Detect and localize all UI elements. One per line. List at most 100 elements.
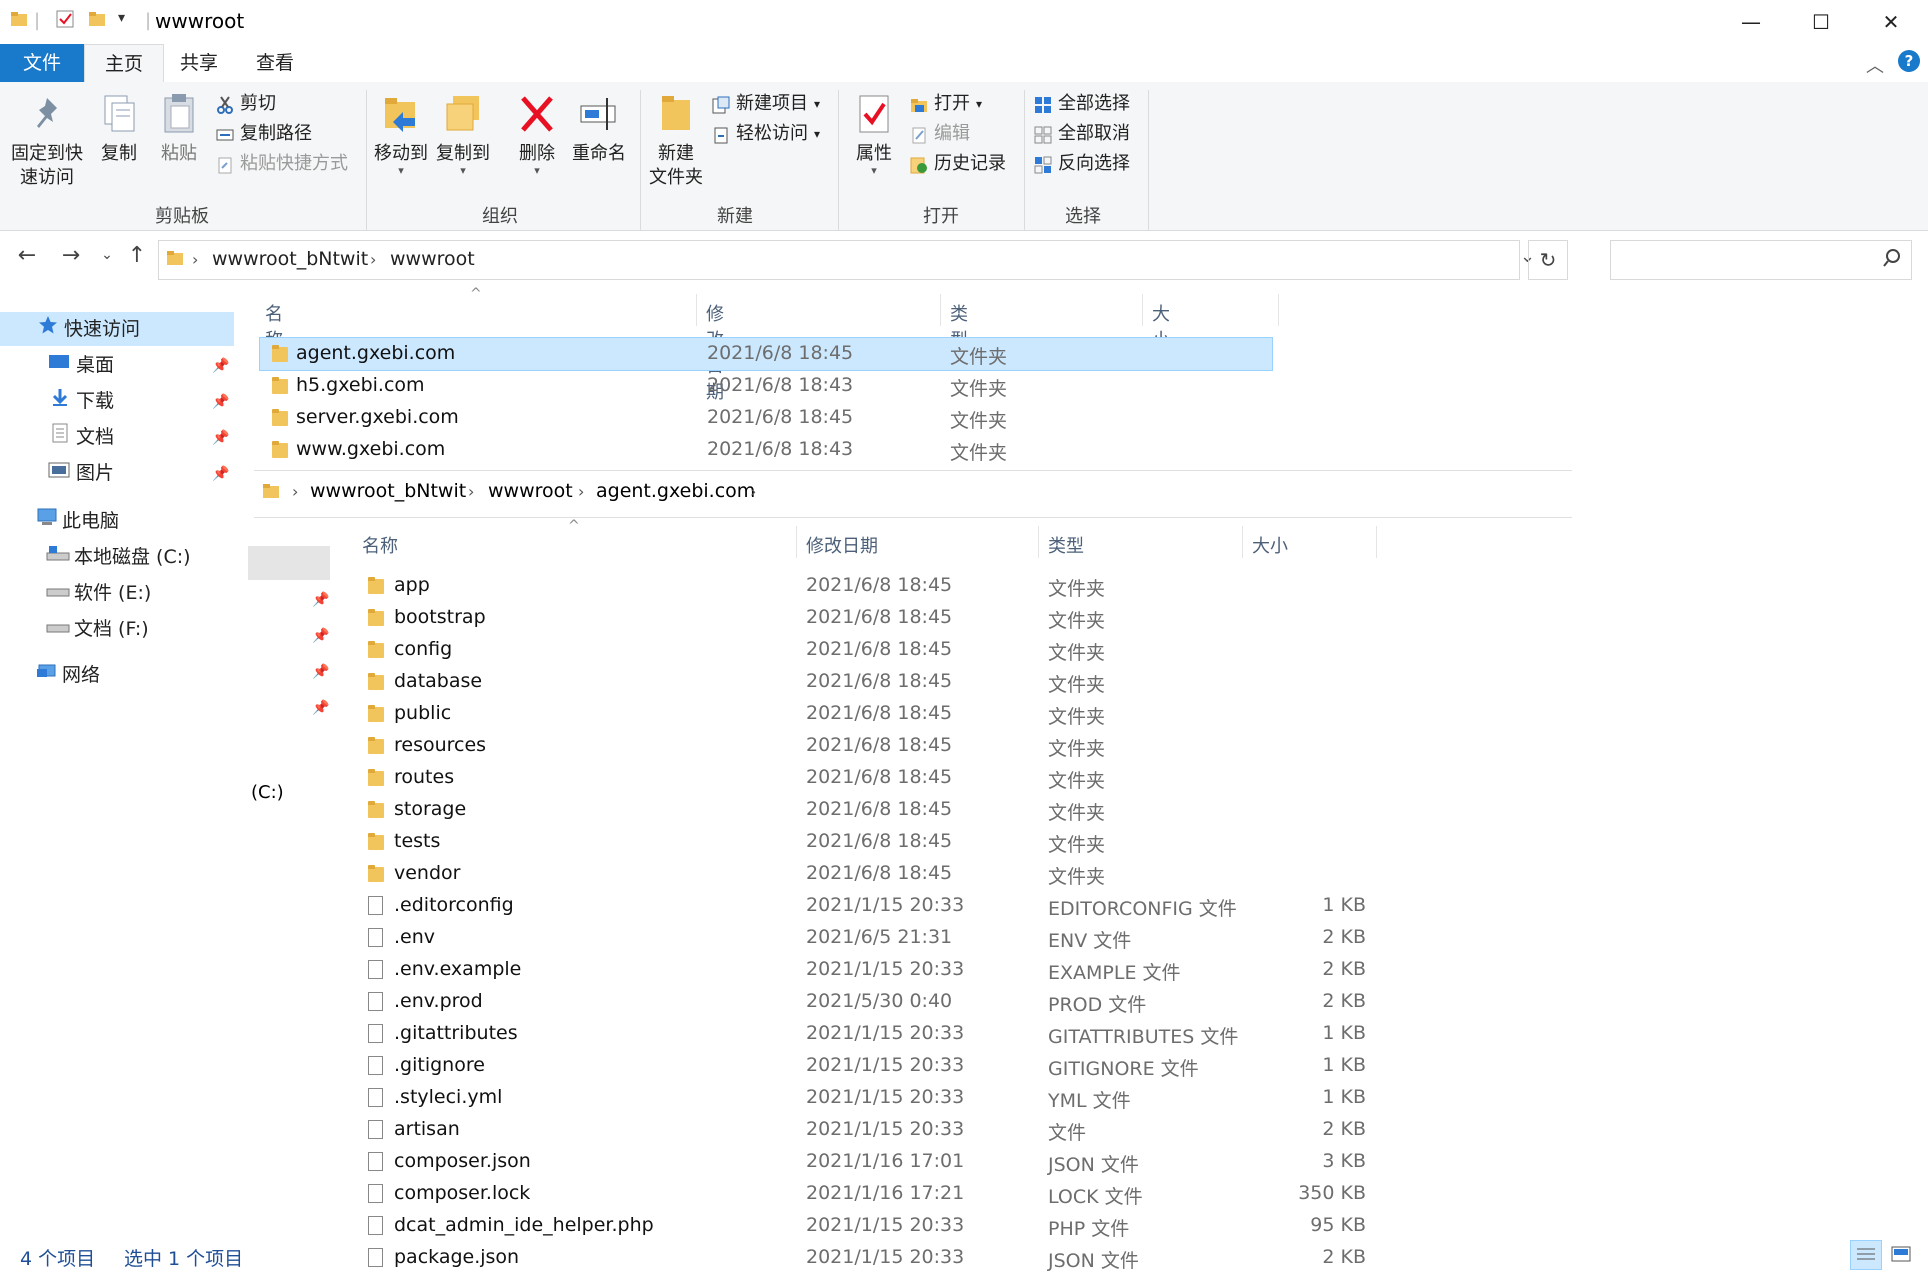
row-name: .env.example xyxy=(394,958,522,980)
pin-icon[interactable]: 📌 xyxy=(312,592,329,608)
title-bar: | ▾ | wwwroot — ☐ ✕ xyxy=(0,0,1928,44)
column-divider[interactable] xyxy=(1242,526,1243,558)
chevron-right-icon[interactable]: › xyxy=(370,250,376,269)
help-icon[interactable]: ? xyxy=(1898,50,1920,72)
nav-item-desktop[interactable]: 桌面 xyxy=(0,348,234,382)
nav-item-downloads[interactable]: 下载 xyxy=(0,384,234,418)
pin-icon[interactable]: 📌 xyxy=(312,628,329,644)
row-type: JSON 文件 xyxy=(1048,1154,1139,1176)
tab-view[interactable]: 查看 xyxy=(236,44,314,82)
column-divider[interactable] xyxy=(696,294,697,326)
qa-dropdown-icon[interactable]: ▾ xyxy=(118,10,125,26)
column-header-type[interactable]: 类型 xyxy=(1048,532,1084,558)
pin-icon[interactable]: 📌 xyxy=(212,358,229,374)
tab-share[interactable]: 共享 xyxy=(160,44,238,82)
select-none-label: 全部取消 xyxy=(1058,123,1130,144)
breadcrumb-item[interactable]: agent.gxebi.com xyxy=(596,480,755,502)
nav-network-label: 网络 xyxy=(62,664,101,686)
column-divider[interactable] xyxy=(1038,526,1039,558)
row-type: LOCK 文件 xyxy=(1048,1186,1143,1208)
column-divider[interactable] xyxy=(796,526,797,558)
column-divider[interactable] xyxy=(940,294,941,326)
row-size: 2 KB xyxy=(1322,990,1366,1012)
copy-to-button[interactable]: 复制到 ▾ xyxy=(434,92,492,176)
column-divider[interactable] xyxy=(1278,294,1279,326)
group-label-clipboard: 剪贴板 xyxy=(155,206,209,227)
delete-button[interactable]: 删除 ▾ xyxy=(512,92,562,176)
rename-button[interactable]: 重命名 xyxy=(568,92,630,166)
copy-icon xyxy=(99,92,139,136)
chevron-right-icon[interactable]: › xyxy=(292,482,298,501)
chevron-right-icon[interactable]: › xyxy=(578,482,584,501)
column-header-name[interactable]: 名称 xyxy=(362,532,398,558)
close-button[interactable]: ✕ xyxy=(1856,0,1926,44)
new-folder-button[interactable]: 新建 文件夹 xyxy=(646,92,706,190)
select-none-button[interactable]: 全部取消 xyxy=(1034,120,1130,148)
invert-selection-button[interactable]: 反向选择 xyxy=(1034,150,1130,178)
overlay-nav-selected[interactable] xyxy=(248,546,330,580)
nav-item-pictures[interactable]: 图片 xyxy=(0,456,234,490)
copy-path-button[interactable]: 复制路径 xyxy=(216,120,312,148)
tab-file[interactable]: 文件 xyxy=(0,44,84,82)
large-icons-view-button[interactable] xyxy=(1886,1240,1916,1268)
maximize-button[interactable]: ☐ xyxy=(1786,0,1856,44)
nav-this-pc[interactable]: 此电脑 xyxy=(0,504,234,538)
chevron-right-icon[interactable]: › xyxy=(750,482,756,501)
breadcrumb-item[interactable]: wwwroot_bNtwit xyxy=(212,248,368,270)
edit-button[interactable]: 编辑 xyxy=(910,120,970,148)
search-input[interactable] xyxy=(1610,240,1912,280)
paste-shortcut-label: 粘贴快捷方式 xyxy=(240,153,348,174)
row-date: 2021/6/8 18:45 xyxy=(806,862,953,884)
file-icon xyxy=(368,1216,383,1235)
paste-shortcut-button[interactable]: 粘贴快捷方式 xyxy=(216,150,348,178)
pin-icon[interactable]: 📌 xyxy=(212,394,229,410)
chevron-right-icon[interactable]: › xyxy=(468,482,474,501)
back-arrow-icon[interactable]: ← xyxy=(12,243,42,268)
column-divider[interactable] xyxy=(1376,526,1377,558)
new-folder-qa-icon[interactable] xyxy=(88,10,106,33)
paste-button[interactable]: 粘贴 xyxy=(154,92,204,166)
details-view-button[interactable] xyxy=(1850,1240,1882,1270)
pin-icon[interactable]: 📌 xyxy=(312,664,329,680)
select-all-button[interactable]: 全部选择 xyxy=(1034,90,1130,118)
nav-drive-f[interactable]: 文档 (F:) xyxy=(0,612,234,646)
nav-drive-e[interactable]: 软件 (E:) xyxy=(0,576,234,610)
nav-quick-access[interactable]: 快速访问 xyxy=(0,312,234,346)
pin-icon[interactable]: 📌 xyxy=(212,430,229,446)
minimize-button[interactable]: — xyxy=(1716,0,1786,44)
history-button[interactable]: 历史记录 xyxy=(910,150,1006,178)
pin-icon[interactable]: 📌 xyxy=(312,700,329,716)
nav-item-documents[interactable]: 文档 xyxy=(0,420,234,454)
delete-icon xyxy=(517,92,557,136)
row-name: .editorconfig xyxy=(394,894,514,916)
column-divider[interactable] xyxy=(1142,294,1143,326)
easy-access-button[interactable]: 轻松访问 ▾ xyxy=(712,120,820,148)
move-to-button[interactable]: 移动到 ▾ xyxy=(372,92,430,176)
up-arrow-icon[interactable]: ↑ xyxy=(122,243,152,268)
column-header-date[interactable]: 修改日期 xyxy=(806,532,878,558)
overlay-drive-label[interactable]: (C:) xyxy=(251,782,284,803)
copy-button[interactable]: 复制 xyxy=(94,92,144,166)
row-size: 95 KB xyxy=(1310,1214,1366,1236)
row-name: public xyxy=(394,702,452,724)
open-button[interactable]: 打开 ▾ xyxy=(910,90,982,118)
chevron-right-icon[interactable]: › xyxy=(192,250,198,269)
pin-quick-access-button[interactable]: 固定到快 速访问 xyxy=(6,92,88,190)
recent-locations-chevron-icon[interactable]: ⌄ xyxy=(92,247,122,263)
breadcrumb-item[interactable]: wwwroot xyxy=(390,248,475,270)
breadcrumb-item[interactable]: wwwroot xyxy=(488,480,573,502)
refresh-button[interactable]: ↻ xyxy=(1528,240,1568,280)
tab-home[interactable]: 主页 xyxy=(84,44,165,83)
new-item-button[interactable]: 新建项目 ▾ xyxy=(712,90,820,118)
properties-button[interactable]: 属性 ▾ xyxy=(846,92,902,176)
collapse-ribbon-icon[interactable]: ︿ xyxy=(1866,52,1884,78)
nav-drive-c[interactable]: 本地磁盘 (C:) xyxy=(0,540,234,574)
breadcrumb-item[interactable]: wwwroot_bNtwit xyxy=(310,480,466,502)
forward-arrow-icon[interactable]: → xyxy=(56,243,86,268)
column-header-size[interactable]: 大小 xyxy=(1252,532,1288,558)
cut-button[interactable]: 剪切 xyxy=(216,90,276,118)
properties-qa-icon[interactable] xyxy=(56,10,74,33)
pin-icon[interactable]: 📌 xyxy=(212,466,229,482)
row-type: 文件夹 xyxy=(950,410,1008,432)
nav-network[interactable]: 网络 xyxy=(0,658,234,692)
